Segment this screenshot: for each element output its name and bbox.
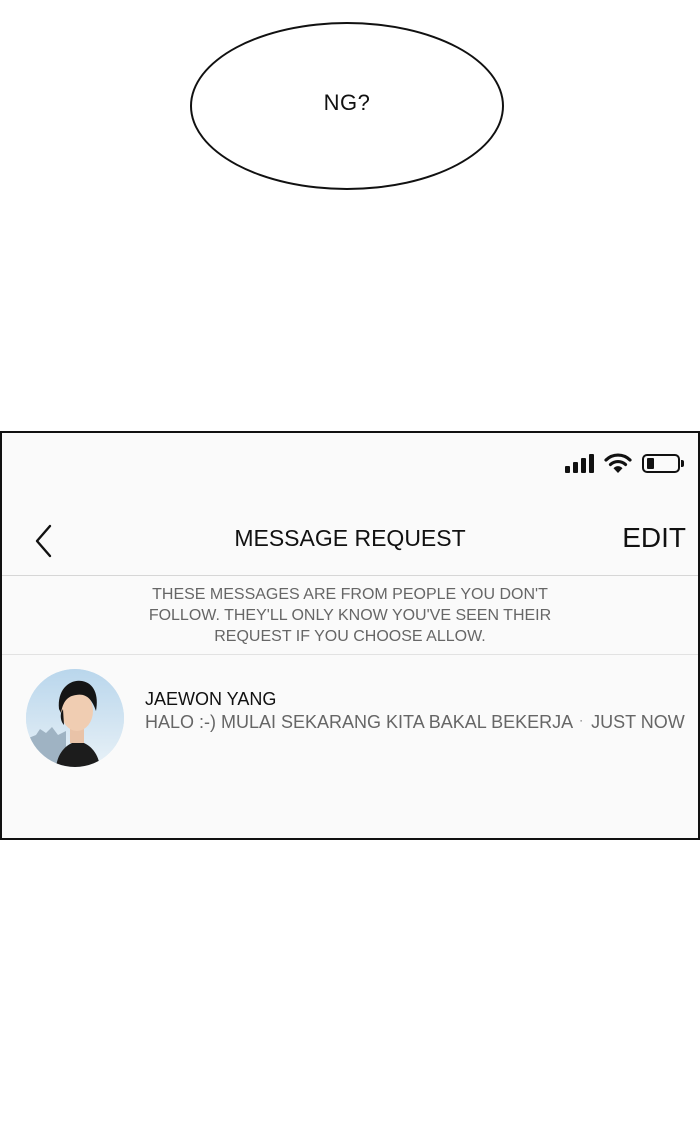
preview-text: HALO :-) MULAI SEKARANG KITA BAKAL BEKER… xyxy=(145,712,574,732)
message-preview: HALO :-) MULAI SEKARANG KITA BAKAL BEKER… xyxy=(145,712,685,733)
phone-screen: MESSAGE REQUEST EDIT THESE MESSAGES ARE … xyxy=(0,431,700,840)
message-time: JUST NOW xyxy=(591,712,685,732)
wifi-icon xyxy=(604,453,632,473)
speech-bubble: NG? xyxy=(190,22,504,190)
header-bar: MESSAGE REQUEST EDIT xyxy=(2,509,698,576)
speech-bubble-text: NG? xyxy=(323,90,371,115)
request-notice: THESE MESSAGES ARE FROM PEOPLE YOU DON'T… xyxy=(2,576,698,655)
status-bar xyxy=(565,451,684,475)
notice-text: THESE MESSAGES ARE FROM PEOPLE YOU DON'T… xyxy=(148,585,552,645)
cellular-signal-icon xyxy=(565,453,594,473)
sender-name: JAEWON YANG xyxy=(145,689,277,709)
edit-button[interactable]: EDIT xyxy=(622,522,686,554)
separator-dot: · xyxy=(579,713,584,727)
battery-icon xyxy=(642,453,684,473)
message-request-row[interactable]: JAEWON YANG HALO :-) MULAI SEKARANG KITA… xyxy=(2,655,698,767)
battery-level xyxy=(647,457,654,469)
page-title: MESSAGE REQUEST xyxy=(234,525,466,551)
avatar xyxy=(26,669,124,767)
